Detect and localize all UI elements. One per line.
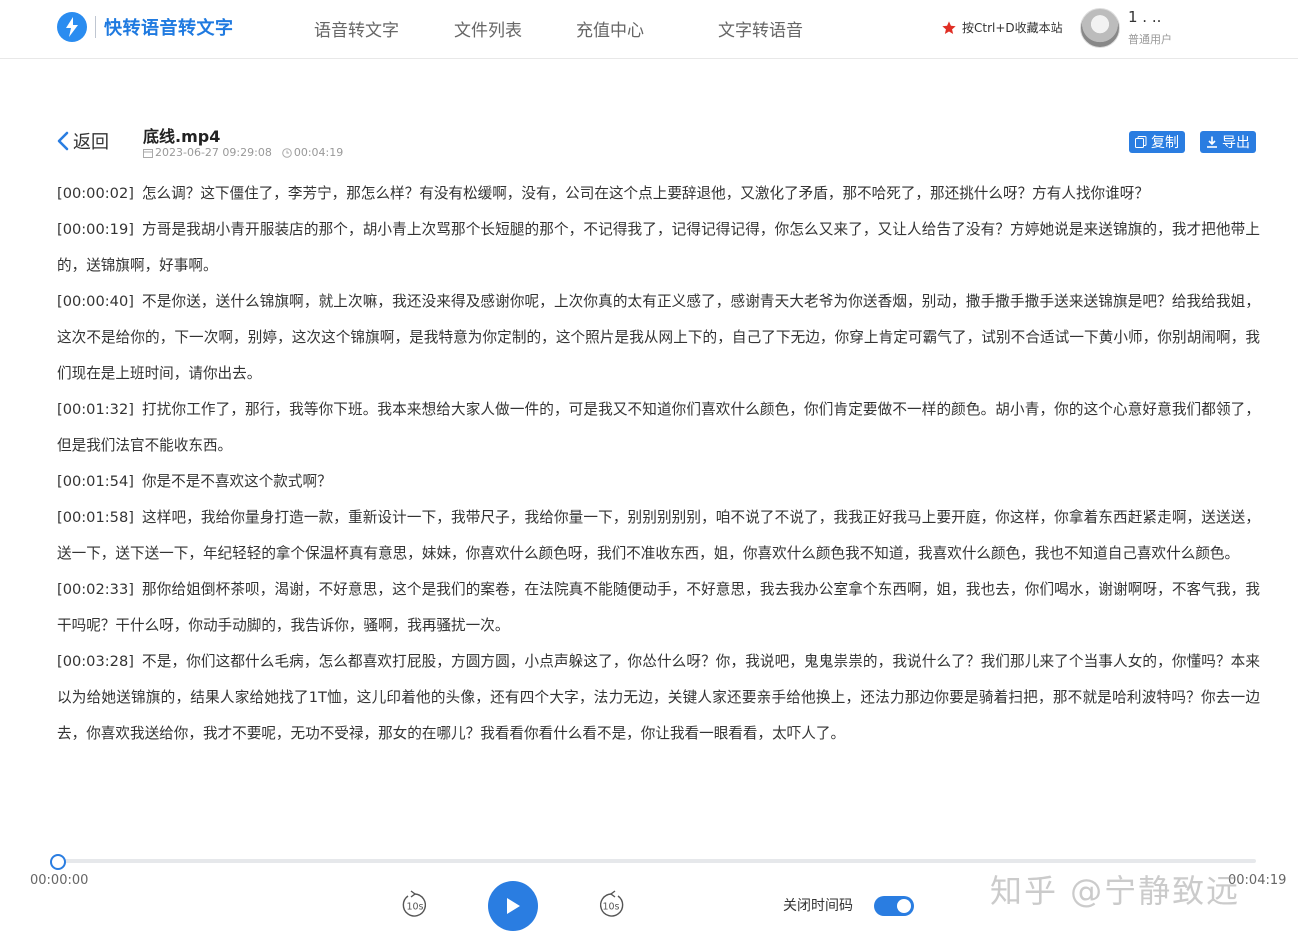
current-time: 00:00:00 [30, 873, 89, 888]
download-icon [1207, 136, 1217, 148]
bookmark-hint[interactable]: 按Ctrl+D收藏本站 [941, 19, 1063, 36]
progress-track[interactable] [58, 859, 1256, 863]
transcript-text: 不是，你们这都什么毛病，怎么都喜欢打屁股，方圆方圆，小点声躲这了，你怂什么呀？你… [57, 653, 1260, 742]
play-button[interactable] [488, 881, 538, 931]
transcript-text: 打扰你工作了，那行，我等你下班。我本来想给大家人做一件的，可是我又不知道你们喜欢… [57, 401, 1260, 454]
chevron-left-icon [57, 131, 69, 151]
logo-divider [95, 16, 96, 38]
transcript-text: 怎么调？这下僵住了，李芳宁，那怎么样？有没有松缓啊，没有，公司在这个点上要辞退他… [141, 185, 1149, 202]
transcript-body: [00:00:02] 怎么调？这下僵住了，李芳宁，那怎么样？有没有松缓啊，没有，公… [57, 176, 1260, 752]
timecode-toggle[interactable] [874, 896, 914, 916]
forward-label: 10s [602, 902, 619, 913]
file-date: 2023-06-27 09:29:08 [155, 146, 272, 159]
nav-recharge-center[interactable]: 充值中心 [576, 16, 644, 41]
file-title: 底线.mp4 [143, 127, 221, 146]
file-meta: 2023-06-27 09:29:08 00:04:19 [143, 146, 343, 159]
transcript-text: 你是不是不喜欢这个款式啊？ [141, 473, 332, 490]
transcript-text: 这样吧，我给你量身打造一款，重新设计一下，我带尺子，我给你量一下，别别别别别，咱… [57, 509, 1260, 562]
play-icon [507, 898, 520, 914]
nav-text-to-speech[interactable]: 文字转语音 [718, 16, 803, 41]
transcript-paragraph: [00:00:40] 不是你送，送什么锦旗啊，就上次嘛，我还没来得及感谢你呢，上次… [57, 284, 1260, 392]
timestamp[interactable]: [00:01:54] [57, 473, 134, 490]
rewind-10s-button[interactable]: 10s [400, 890, 430, 920]
toggle-knob [897, 899, 911, 913]
rewind-label: 10s [406, 902, 423, 913]
clock-icon [282, 147, 292, 158]
transcript-text: 方哥是我胡小青开服装店的那个，胡小青上次骂那个长短腿的那个，不记得我了，记得记得… [57, 221, 1260, 274]
timestamp[interactable]: [00:01:58] [57, 509, 134, 526]
timestamp[interactable]: [00:03:28] [57, 653, 134, 670]
calendar-icon [143, 148, 153, 158]
logo-text: 快转语音转文字 [104, 18, 234, 39]
export-button[interactable]: 导出 [1200, 131, 1256, 153]
progress-handle[interactable] [50, 854, 66, 870]
timecode-toggle-label: 关闭时间码 [783, 898, 853, 914]
copy-button[interactable]: 复制 [1129, 131, 1185, 153]
copy-label: 复制 [1151, 135, 1179, 151]
transcript-paragraph: [00:00:02] 怎么调？这下僵住了，李芳宁，那怎么样？有没有松缓啊，没有，公… [57, 176, 1260, 212]
forward-10s-button[interactable]: 10s [596, 890, 626, 920]
transcript-text: 不是你送，送什么锦旗啊，就上次嘛，我还没来得及感谢你呢，上次你真的太有正义感了，… [57, 293, 1260, 382]
transcript-paragraph: [00:03:28] 不是，你们这都什么毛病，怎么都喜欢打屁股，方圆方圆，小点声躲… [57, 644, 1260, 752]
timestamp[interactable]: [00:02:33] [57, 581, 134, 598]
timestamp[interactable]: [00:00:40] [57, 293, 134, 310]
top-header: 快转语音转文字 语音转文字 文件列表 充值中心 文字转语音 按Ctrl+D收藏本… [0, 0, 1298, 59]
avatar[interactable] [1080, 8, 1120, 48]
star-icon [942, 20, 956, 34]
nav-file-list[interactable]: 文件列表 [454, 16, 522, 41]
export-label: 导出 [1222, 135, 1250, 151]
transcript-paragraph: [00:02:33] 那你给姐倒杯茶呗，渴谢，不好意思，这个是我们的案卷，在法院真… [57, 572, 1260, 644]
transcript-paragraph: [00:01:58] 这样吧，我给你量身打造一款，重新设计一下，我带尺子，我给你量… [57, 500, 1260, 572]
transcript-text: 那你给姐倒杯茶呗，渴谢，不好意思，这个是我们的案卷，在法院真不能随便动手，不好意… [57, 581, 1260, 634]
user-name[interactable]: 1 . .. [1128, 8, 1161, 26]
app-logo[interactable]: 快转语音转文字 [57, 11, 234, 43]
back-label: 返回 [73, 132, 109, 153]
transcript-paragraph: [00:00:19] 方哥是我胡小青开服装店的那个，胡小青上次骂那个长短腿的那个，… [57, 212, 1260, 284]
back-button[interactable]: 返回 [57, 128, 109, 154]
file-duration: 00:04:19 [293, 146, 344, 159]
transcript-paragraph: [00:01:54] 你是不是不喜欢这个款式啊？ [57, 464, 1260, 500]
timestamp[interactable]: [00:00:19] [57, 221, 134, 238]
transcript-paragraph: [00:01:32] 打扰你工作了，那行，我等你下班。我本来想给大家人做一件的，可… [57, 392, 1260, 464]
timestamp[interactable]: [00:01:32] [57, 401, 134, 418]
lightning-icon [57, 12, 87, 42]
user-role: 普通用户 [1128, 33, 1172, 46]
copy-icon [1135, 136, 1147, 148]
bookmark-text: 按Ctrl+D收藏本站 [962, 21, 1063, 35]
timestamp[interactable]: [00:00:02] [57, 185, 134, 202]
watermark: 知乎 @宁静致远 [990, 872, 1241, 910]
nav-speech-to-text[interactable]: 语音转文字 [314, 16, 399, 41]
